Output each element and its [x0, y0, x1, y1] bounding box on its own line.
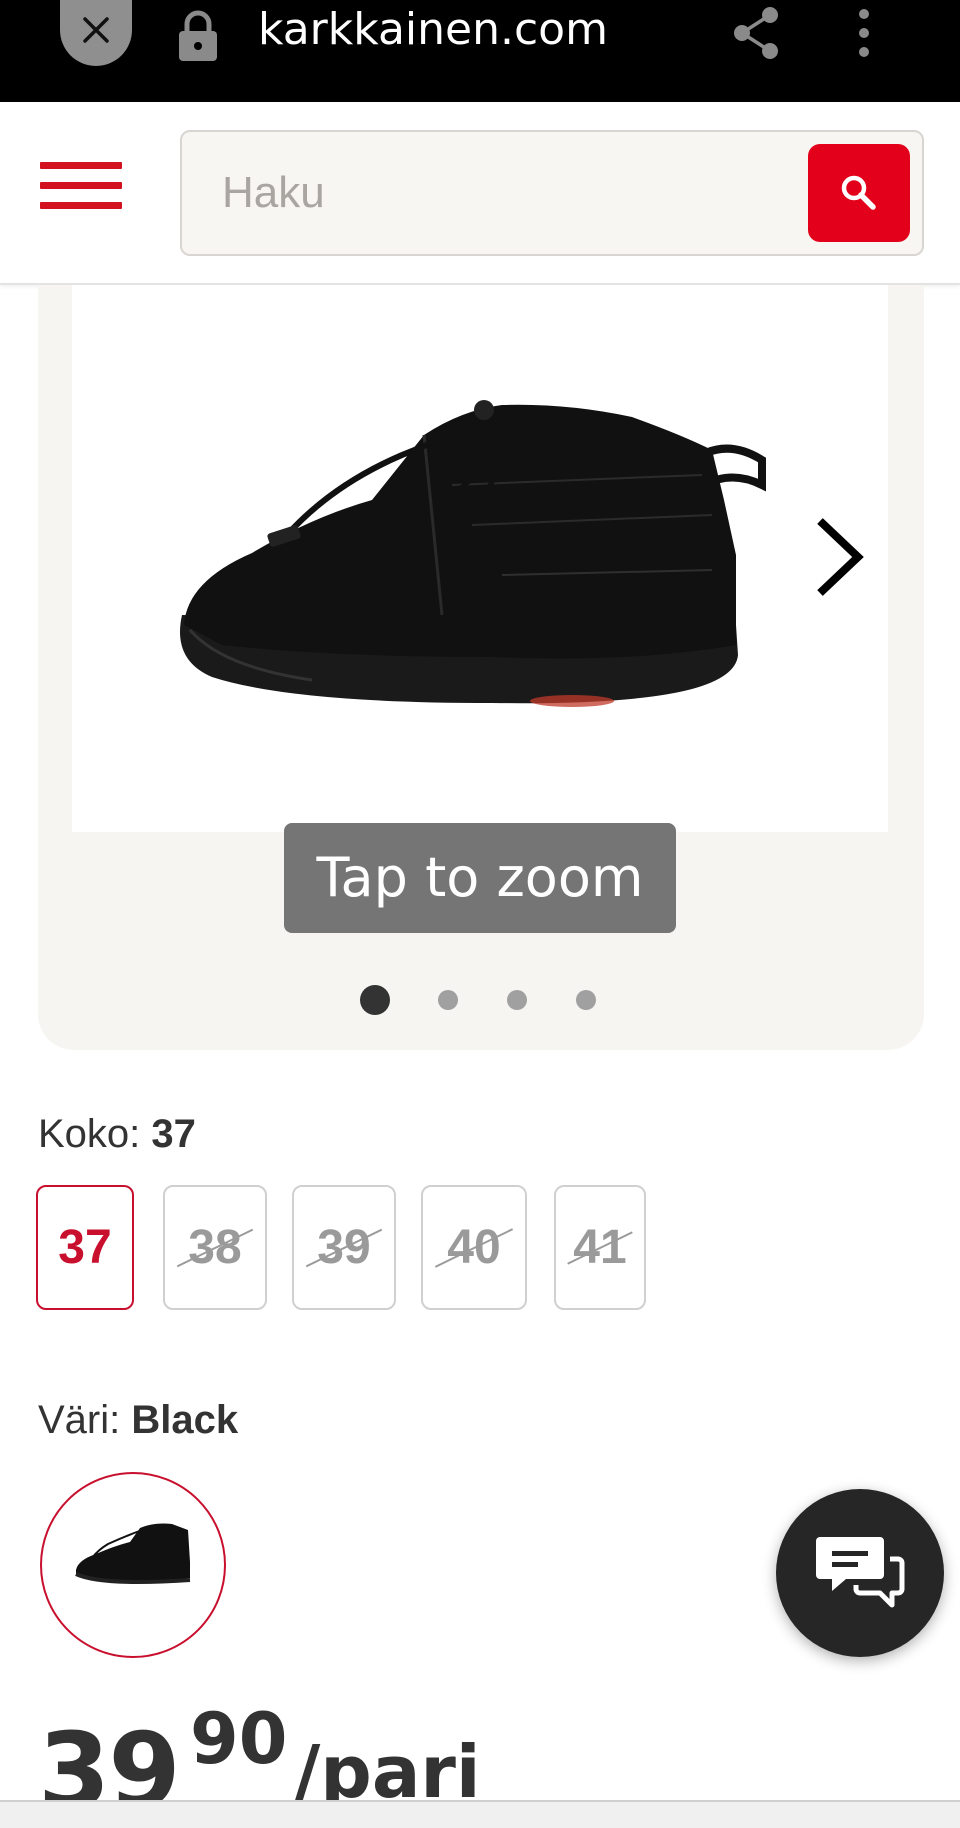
size-heading: Koko: 37: [38, 1112, 196, 1157]
search-icon: [841, 175, 876, 210]
product-image[interactable]: [72, 285, 888, 832]
product-gallery: Tap to zoom: [38, 285, 924, 1050]
search-box: [180, 130, 924, 256]
share-icon[interactable]: [732, 6, 782, 60]
size-option-37[interactable]: 37: [36, 1185, 134, 1310]
selected-color-value: Black: [131, 1398, 239, 1442]
hamburger-menu-icon[interactable]: [40, 162, 122, 222]
color-swatch-black[interactable]: [40, 1472, 226, 1658]
size-label: Koko:: [38, 1112, 152, 1156]
browser-toolbar: karkkainen.com: [0, 0, 960, 102]
lock-icon: [179, 10, 217, 61]
search-input[interactable]: [222, 162, 782, 224]
chevron-right-icon[interactable]: [814, 515, 866, 599]
gallery-pagination: [360, 985, 660, 1015]
search-button[interactable]: [808, 144, 910, 242]
gallery-dot-1[interactable]: [360, 985, 390, 1015]
gallery-dot-2[interactable]: [438, 990, 458, 1010]
close-icon: [83, 17, 109, 43]
size-option-41[interactable]: 41: [554, 1185, 646, 1310]
tap-to-zoom-hint[interactable]: Tap to zoom: [284, 823, 676, 933]
size-option-39[interactable]: 39: [292, 1185, 396, 1310]
chat-button[interactable]: [776, 1489, 944, 1657]
size-option-40[interactable]: 40: [421, 1185, 527, 1310]
close-tab-button[interactable]: [60, 0, 132, 66]
size-option-38[interactable]: 38: [163, 1185, 267, 1310]
barefoot-boot-image: [180, 400, 766, 707]
more-vert-icon[interactable]: [856, 6, 872, 60]
gallery-dot-4[interactable]: [576, 990, 596, 1010]
chat-bubbles-icon: [816, 1537, 905, 1608]
boot-thumbnail: [75, 1523, 191, 1584]
selected-size-value: 37: [151, 1112, 196, 1156]
color-heading: Väri: Black: [38, 1398, 238, 1443]
gallery-dot-3[interactable]: [507, 990, 527, 1010]
site-header: [0, 102, 960, 285]
price-decimal: 90: [190, 1698, 288, 1780]
size-option-label: 37: [58, 1221, 112, 1274]
url-bar-text[interactable]: karkkainen.com: [258, 4, 608, 55]
bottom-bar: [0, 1800, 960, 1828]
color-label: Väri:: [38, 1398, 132, 1442]
